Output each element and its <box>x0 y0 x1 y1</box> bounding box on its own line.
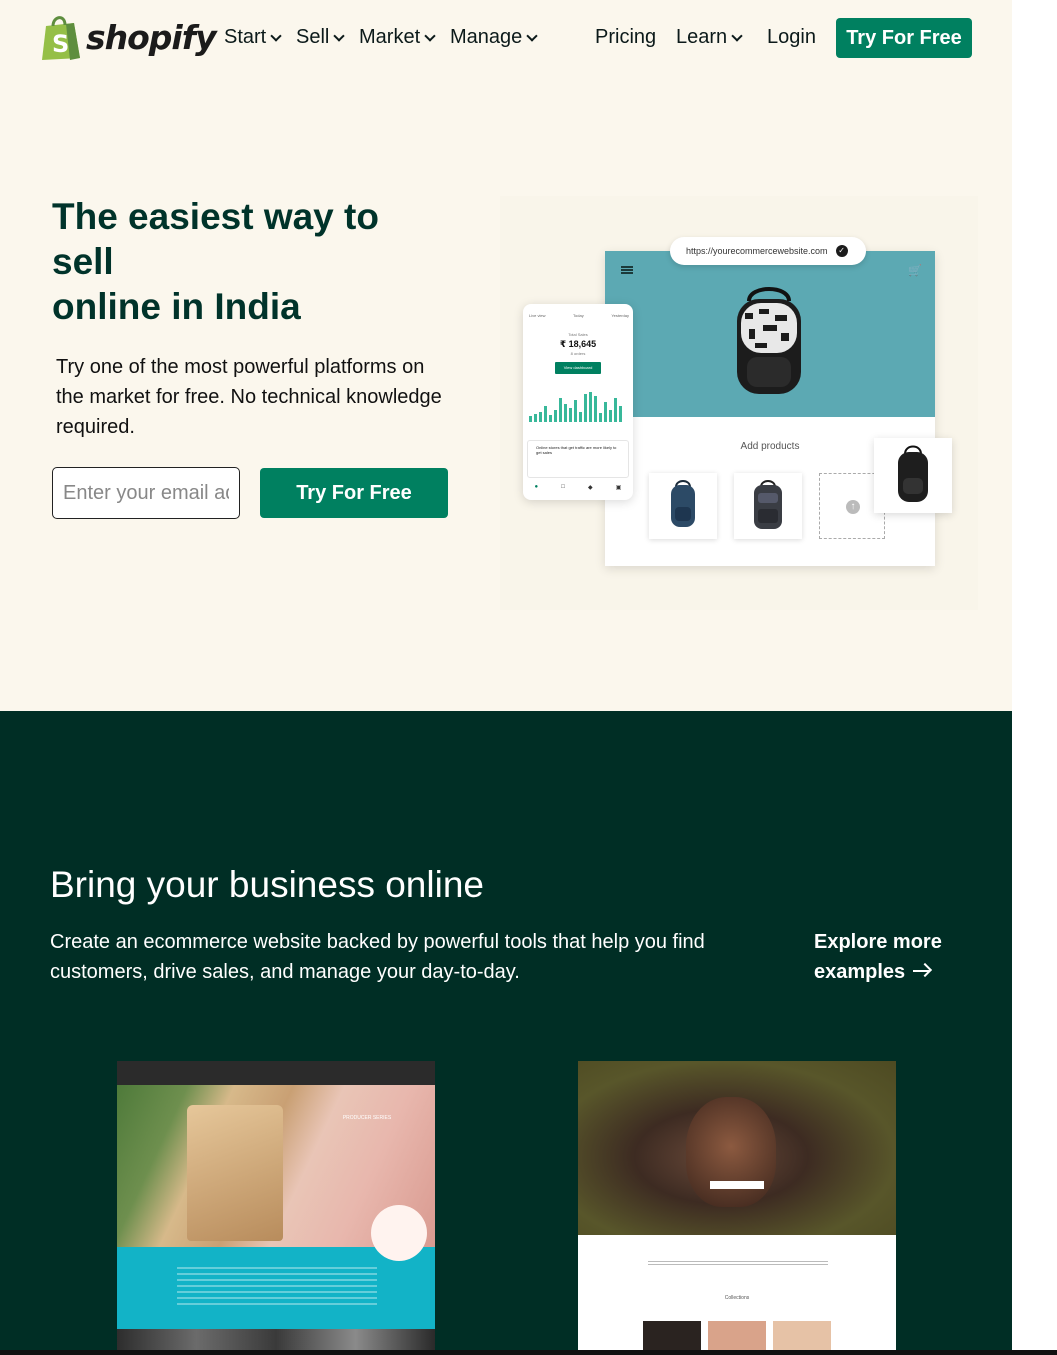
chevron-down-icon <box>731 29 743 42</box>
collection-thumbnail <box>708 1321 766 1350</box>
arrow-right-icon <box>913 969 930 972</box>
check-icon: ✓ <box>835 245 848 257</box>
floating-product-card <box>874 438 952 513</box>
email-input[interactable] <box>52 467 240 519</box>
nav-manage[interactable]: Manage <box>450 26 538 49</box>
site-header: S shopify Start Sell Market Manage Prici… <box>0 0 1012 78</box>
nav-manage-label: Manage <box>450 26 523 48</box>
backpack-grey-image <box>754 480 782 529</box>
example-store-badge <box>371 1205 427 1261</box>
product-thumbnail <box>649 473 717 539</box>
example-store-photo <box>578 1061 896 1235</box>
section-subtitle: Create an ecommerce website backed by po… <box>50 931 705 983</box>
chevron-down-icon <box>526 29 538 42</box>
phone-tab: Yesterday <box>611 313 629 318</box>
example-store-nav <box>117 1061 435 1085</box>
nav-start[interactable]: Start <box>224 26 282 49</box>
example-store-card[interactable]: PRODUCER SERIES <box>117 1061 435 1350</box>
chevron-down-icon <box>270 29 282 42</box>
orders-label: 8 orders <box>570 351 586 356</box>
shopping-bag-icon: S <box>42 16 80 60</box>
example-store-card[interactable]: Collections <box>578 1061 896 1350</box>
total-sales-value: ₹ 18,645 <box>559 339 597 349</box>
hero-title: The easiest way to sell online in India <box>52 194 452 329</box>
phone-notification: Online stores that get traffic are more … <box>527 440 629 478</box>
phone-tabs: Live view Today Yesterday <box>529 313 629 318</box>
nav-market[interactable]: Market <box>359 26 436 49</box>
sales-bar-chart <box>529 382 627 422</box>
nav-pricing[interactable]: Pricing <box>595 26 656 49</box>
section-title: Bring your business online <box>50 864 484 905</box>
coffee-pack-image <box>187 1105 283 1241</box>
nav-sell[interactable]: Sell <box>296 26 346 49</box>
business-section: Bring your business online Create an eco… <box>0 711 1012 1350</box>
phone-tab: Today <box>573 313 584 318</box>
backpack-black-image <box>898 445 928 502</box>
svg-text:S: S <box>52 30 69 58</box>
nav-sell-label: Sell <box>296 26 330 48</box>
hero-try-free-button[interactable]: Try For Free <box>260 468 448 518</box>
collection-thumbnail <box>643 1321 701 1350</box>
phone-dashboard-mockup: Live view Today Yesterday Total Sales ₹ … <box>523 304 633 500</box>
window-bottom-edge <box>0 1350 1057 1355</box>
backpack-image <box>737 287 801 394</box>
chevron-down-icon <box>424 29 436 42</box>
tag-icon: ◆ <box>588 485 593 491</box>
home-icon: ● <box>534 484 539 490</box>
example-store-footer <box>117 1329 435 1350</box>
nav-market-label: Market <box>359 26 421 48</box>
view-dashboard-button: View dashboard <box>555 362 601 374</box>
example-store-text <box>648 1261 828 1267</box>
example-store-photo: PRODUCER SERIES <box>117 1085 435 1261</box>
product-thumbnail <box>734 473 802 539</box>
nav-pricing-label: Pricing <box>595 26 657 48</box>
menu-icon <box>621 266 633 274</box>
nav-learn[interactable]: Learn <box>676 26 743 49</box>
nav-start-label: Start <box>224 26 267 48</box>
store-url-pill: https://yourecommercewebsite.com ✓ <box>670 237 866 265</box>
header-try-free-button[interactable]: Try For Free <box>836 18 972 58</box>
logo-wordmark: shopify <box>86 17 217 57</box>
hero-title-line: The easiest way to <box>52 196 379 237</box>
backpack-blue-image <box>671 480 695 527</box>
nav-login-label: Login <box>767 26 816 48</box>
phone-tab: Live view <box>529 313 546 318</box>
total-sales-label: Total Sales <box>568 332 588 337</box>
shopify-logo[interactable]: S shopify <box>40 14 217 60</box>
store-url: https://yourecommercewebsite.com <box>686 246 828 256</box>
hero-section: The easiest way to sell online in India … <box>0 78 1012 711</box>
hero-subtitle: Try one of the most powerful platforms o… <box>56 356 442 438</box>
cart-icon: 🛒 <box>908 265 922 277</box>
upload-icon: ↑ <box>846 500 860 514</box>
nav-learn-label: Learn <box>676 26 728 48</box>
example-store-tag <box>710 1181 764 1189</box>
chevron-down-icon <box>333 29 346 42</box>
store-preview-card: 🛒 Add products ↑ <box>605 251 935 566</box>
phone-bottom-nav: ● □ ◆ ▣ <box>523 484 633 491</box>
store-icon: ▣ <box>615 485 622 491</box>
example-store-text <box>177 1267 377 1307</box>
hero-title-line: sell <box>52 241 114 282</box>
hero-title-line: online in India <box>52 286 301 327</box>
orders-icon: □ <box>561 484 565 490</box>
nav-login[interactable]: Login <box>767 26 816 49</box>
collection-thumbnail <box>773 1321 831 1350</box>
explore-examples-link[interactable]: Explore more examples <box>814 927 974 987</box>
portrait-image <box>686 1097 776 1207</box>
store-banner: 🛒 <box>605 251 935 417</box>
collections-label: Collections <box>724 1295 750 1301</box>
example-store-caption: PRODUCER SERIES <box>342 1115 392 1121</box>
